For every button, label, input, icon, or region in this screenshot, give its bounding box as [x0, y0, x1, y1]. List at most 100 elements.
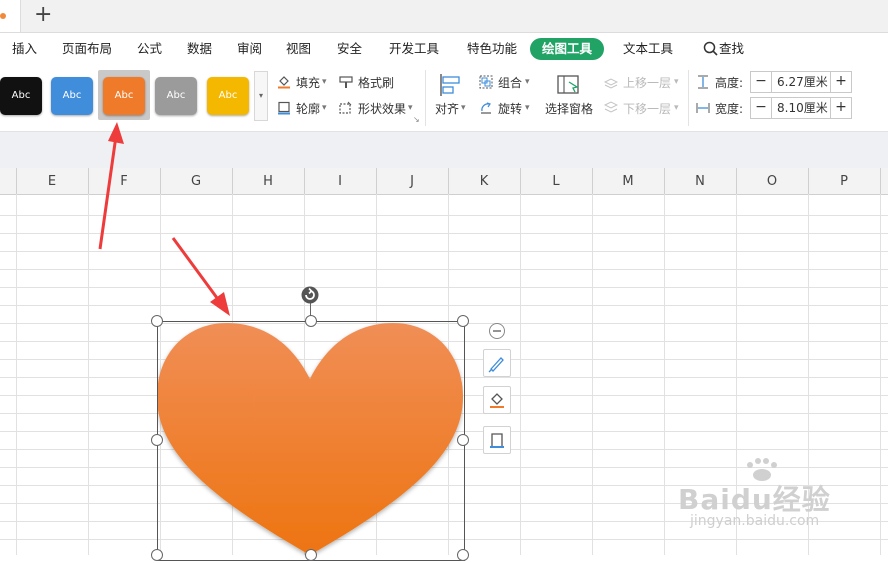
height-icon: [696, 74, 710, 89]
column-header-divider[interactable]: [304, 168, 305, 194]
align-button[interactable]: 对齐: [435, 101, 459, 117]
send-backward-dropdown-icon[interactable]: ▾: [674, 100, 679, 116]
column-header-divider[interactable]: [160, 168, 161, 194]
quick-fill-button[interactable]: [483, 386, 511, 414]
grid-column-line: [88, 168, 89, 555]
watermark-url: jingyan.baidu.com: [690, 513, 820, 529]
resize-handle-top-left[interactable]: [151, 315, 163, 327]
quick-outline-button[interactable]: [483, 426, 511, 454]
menu-security[interactable]: 安全: [337, 41, 362, 57]
column-header[interactable]: M: [592, 174, 664, 190]
grid-row-line: [0, 305, 888, 306]
style-gallery-expand-button[interactable]: ▾: [254, 71, 268, 121]
fill-icon: [277, 74, 291, 89]
grid-row-line: [0, 251, 888, 252]
height-value[interactable]: 6.27厘米: [777, 74, 828, 90]
width-increase-button[interactable]: +: [830, 98, 851, 118]
group-dropdown-icon[interactable]: ▾: [525, 74, 530, 90]
column-header[interactable]: I: [304, 174, 376, 190]
column-header-divider[interactable]: [16, 168, 17, 194]
group-button[interactable]: 组合: [498, 75, 522, 91]
shape-effects-button[interactable]: 形状效果: [358, 101, 406, 117]
shape-effects-dropdown-icon[interactable]: ▾: [408, 100, 413, 116]
column-header-divider[interactable]: [592, 168, 593, 194]
style-swatch-yellow[interactable]: Abc: [207, 77, 249, 115]
column-header[interactable]: L: [520, 174, 592, 190]
width-value[interactable]: 8.10厘米: [777, 100, 828, 116]
menu-developer-tools[interactable]: 开发工具: [389, 41, 439, 57]
selection-pane-button[interactable]: 选择窗格: [545, 101, 593, 117]
column-header[interactable]: E: [16, 174, 88, 190]
column-header-divider[interactable]: [736, 168, 737, 194]
menu-bar: [0, 33, 888, 63]
send-backward-button[interactable]: 下移一层: [623, 101, 671, 117]
column-header[interactable]: K: [448, 174, 520, 190]
resize-handle-bottom[interactable]: [305, 549, 317, 561]
column-header[interactable]: G: [160, 174, 232, 190]
menu-review[interactable]: 审阅: [237, 41, 262, 57]
column-header[interactable]: P: [808, 174, 880, 190]
column-header-divider[interactable]: [520, 168, 521, 194]
format-painter-button[interactable]: 格式刷: [358, 75, 394, 91]
menu-page-layout[interactable]: 页面布局: [62, 41, 112, 57]
column-header-divider[interactable]: [88, 168, 89, 194]
fill-bucket-icon: [490, 393, 504, 408]
column-header-divider[interactable]: [376, 168, 377, 194]
menu-search[interactable]: 查找: [719, 41, 744, 57]
rotate-button[interactable]: 旋转: [498, 101, 522, 117]
resize-handle-bottom-right[interactable]: [457, 549, 469, 561]
style-swatch-blue[interactable]: Abc: [51, 77, 93, 115]
menu-view[interactable]: 视图: [286, 41, 311, 57]
grid-row-line: [0, 215, 888, 216]
fill-dropdown-icon[interactable]: ▾: [322, 74, 327, 90]
column-header-divider[interactable]: [448, 168, 449, 194]
grid-row-line: [0, 233, 888, 234]
annotation-arrow-up: [90, 118, 130, 253]
column-header-divider[interactable]: [664, 168, 665, 194]
outline-dropdown-icon[interactable]: ▾: [322, 100, 327, 116]
resize-handle-right[interactable]: [457, 434, 469, 446]
format-painter-icon: [339, 74, 353, 88]
align-icon: [438, 72, 464, 98]
collapse-toolbar-icon[interactable]: [488, 322, 506, 340]
column-header[interactable]: J: [376, 174, 448, 190]
drawing-styles-dialog-launcher-icon[interactable]: ↘: [413, 112, 420, 128]
column-header-divider[interactable]: [808, 168, 809, 194]
column-header[interactable]: H: [232, 174, 304, 190]
menu-text-tools[interactable]: 文本工具: [623, 41, 673, 57]
menu-drawing-tools[interactable]: 绘图工具: [530, 38, 604, 60]
menu-data[interactable]: 数据: [187, 41, 212, 57]
quick-style-button[interactable]: [483, 349, 511, 377]
style-swatch-orange[interactable]: Abc: [103, 77, 145, 115]
menu-insert[interactable]: 插入: [12, 41, 37, 57]
new-tab-button[interactable]: +: [34, 4, 52, 26]
resize-handle-left[interactable]: [151, 434, 163, 446]
bring-forward-dropdown-icon[interactable]: ▾: [674, 74, 679, 90]
outline-button[interactable]: 轮廓: [296, 101, 320, 117]
width-decrease-button[interactable]: −: [751, 98, 772, 118]
menu-formulas[interactable]: 公式: [137, 41, 162, 57]
height-spinner[interactable]: − 6.27厘米 +: [750, 71, 852, 93]
rotate-dropdown-icon[interactable]: ▾: [525, 100, 530, 116]
column-header-divider[interactable]: [880, 168, 881, 194]
annotation-arrow-down: [170, 234, 236, 320]
resize-handle-top-right[interactable]: [457, 315, 469, 327]
column-header[interactable]: O: [736, 174, 808, 190]
width-spinner[interactable]: − 8.10厘米 +: [750, 97, 852, 119]
height-decrease-button[interactable]: −: [751, 72, 772, 92]
bring-forward-button[interactable]: 上移一层: [623, 75, 671, 91]
menu-special-features[interactable]: 特色功能: [467, 41, 517, 57]
resize-handle-top[interactable]: [305, 315, 317, 327]
rotate-handle-icon[interactable]: [301, 286, 319, 304]
column-header-divider[interactable]: [232, 168, 233, 194]
height-increase-button[interactable]: +: [830, 72, 851, 92]
resize-handle-bottom-left[interactable]: [151, 549, 163, 561]
style-swatch-black[interactable]: Abc: [0, 77, 42, 115]
style-swatch-gray[interactable]: Abc: [155, 77, 197, 115]
align-dropdown-icon[interactable]: ▾: [461, 100, 466, 116]
outline-icon: [277, 100, 291, 115]
grid-column-line: [520, 168, 521, 555]
column-header[interactable]: N: [664, 174, 736, 190]
fill-button[interactable]: 填充: [296, 75, 320, 91]
search-icon[interactable]: [702, 40, 720, 58]
